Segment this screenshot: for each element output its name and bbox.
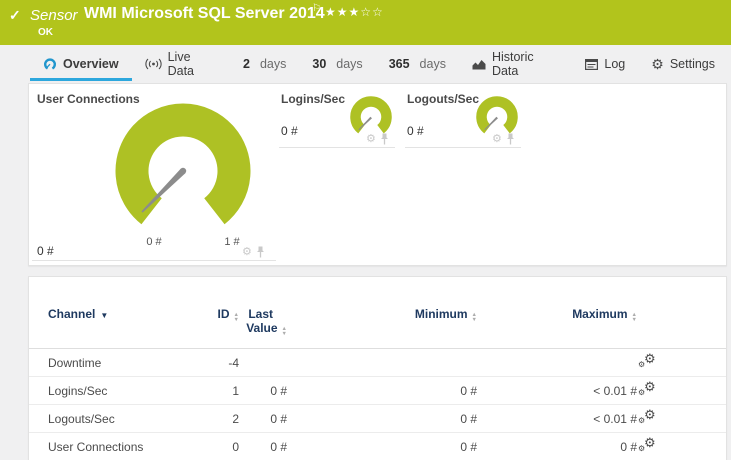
table-row-user-connections: User Connections 0 0 # 0 # 0 # ⚙ ⚙ [29,433,726,460]
channel-table-panel: Channel ▼ ID ▲ ▼ Last Value ▲ ▼ Minimum ▲ ▼ Max… [28,276,727,460]
tab-label: Live Data [167,50,194,78]
primary-gauge-value: 0 # [37,244,54,258]
channel-settings-gears-icon[interactable]: ⚙ ⚙ [637,436,670,456]
table-row-logins-sec: Logins/Sec 1 0 # 0 # < 0.01 # ⚙ ⚙ [29,377,726,406]
channel-id: -4 [228,355,239,370]
priority-flag-icon[interactable]: ⚐ [312,3,321,14]
user-connections-gauge [115,103,251,225]
priority-stars[interactable]: ★★★☆☆ [325,5,384,19]
status-ok-check-icon: ✓ [9,7,21,23]
tab-historic-data[interactable]: Historic Data [459,50,572,81]
tab-overview[interactable]: Overview [30,50,132,81]
table-row-downtime: Downtime -4 ⚙ ⚙ [29,349,726,378]
divider [32,260,276,261]
gauge-scale-min: 0 # [146,236,162,248]
table-row-logouts-sec: Logouts/Sec 2 0 # 0 # < 0.01 # ⚙ ⚙ [29,405,726,434]
channel-name: Logins/Sec [48,383,108,398]
tab-label-number: 30 [312,57,327,71]
tab-365-days[interactable]: 365 days [376,50,459,81]
tab-label-number: 2 [243,57,250,71]
tab-30-days[interactable]: 30 days [299,50,375,81]
channel-maximum: < 0.01 # [593,411,637,426]
column-header-maximum[interactable]: Maximum ▲ ▼ [477,307,637,322]
sort-icon[interactable]: ▲ ▼ [282,326,287,336]
channel-last-value: 0 # [270,439,287,454]
logins-gauge-title: Logins/Sec [281,92,346,106]
historic-chart-icon [472,59,486,70]
overview-gauges-panel: User Connections 0 # 1 # 0 # ⚙ Logins/Se… [28,83,727,266]
logouts-gauge-actions: ⚙ [492,133,515,145]
divider [405,147,521,148]
channel-id: 0 [232,439,239,454]
gauge-icon [43,57,57,71]
channel-settings-gears-icon[interactable]: ⚙ ⚙ [637,380,670,400]
channel-minimum: 0 # [460,439,477,454]
channel-last-value: 0 # [270,411,287,426]
tab-label-unit: days [336,57,363,71]
tab-label: Log [604,57,626,71]
tab-label: Settings [669,57,715,71]
logins-gauge-value: 0 # [281,124,298,138]
tab-live-data[interactable]: Live Data [132,50,230,81]
live-data-icon [144,58,162,70]
primary-gauge-actions: ⚙ [242,246,265,258]
pin-icon[interactable] [506,133,515,145]
gear-icon: ⚙ [651,56,664,72]
sensor-status-text: OK [38,27,53,38]
channel-id: 1 [232,383,239,398]
channel-maximum: 0 # [620,439,637,454]
channel-last-value: 0 # [270,383,287,398]
channel-name: Downtime [48,355,102,370]
gauge-settings-gear-icon[interactable]: ⚙ [366,133,376,145]
channel-settings-gears-icon[interactable]: ⚙ ⚙ [637,408,670,428]
tab-label: Historic Data [491,50,534,78]
channel-settings-gears-icon[interactable]: ⚙ ⚙ [637,352,670,372]
tab-2-days[interactable]: 2 days [230,50,299,81]
sensor-title: WMI Microsoft SQL Server 2014 [84,5,325,22]
gauge-settings-gear-icon[interactable]: ⚙ [242,246,252,258]
sort-icon[interactable]: ▲ ▼ [632,312,637,322]
logins-gauge-actions: ⚙ [366,133,389,145]
tab-bar: Overview Live Data 2 days 30 days 365 da… [30,50,728,81]
channel-id: 2 [232,411,239,426]
channel-minimum: 0 # [460,411,477,426]
tab-log[interactable]: Log [572,50,638,81]
channel-maximum: < 0.01 # [593,383,637,398]
channel-name: User Connections [48,439,144,454]
pin-icon[interactable] [380,133,389,145]
logouts-gauge-title: Logouts/Sec [407,92,480,106]
channel-sort-arrow-icon[interactable]: ▼ [100,311,108,320]
column-header-id[interactable]: ID ▲ ▼ [194,307,239,322]
tab-label-unit: days [419,57,446,71]
column-header-channel[interactable]: Channel ▼ [48,307,194,321]
pin-icon[interactable] [256,246,265,258]
channel-minimum: 0 # [460,383,477,398]
divider [279,147,395,148]
tab-label-number: 365 [388,57,410,71]
tab-settings[interactable]: ⚙ Settings [638,50,728,81]
channel-table-header: Channel ▼ ID ▲ ▼ Last Value ▲ ▼ Minimum ▲ ▼ Max… [29,307,726,350]
channel-name: Logouts/Sec [48,411,115,426]
tab-label-unit: days [259,57,287,71]
tab-label: Overview [63,57,119,71]
gauge-settings-gear-icon[interactable]: ⚙ [492,133,502,145]
column-header-last-value[interactable]: Last Value ▲ ▼ [239,307,287,336]
logouts-gauge-value: 0 # [407,124,424,138]
object-kind-label: Sensor [30,7,78,24]
sensor-status-bar: ✓ Sensor WMI Microsoft SQL Server 2014 ⚐… [0,0,731,45]
column-header-minimum[interactable]: Minimum ▲ ▼ [287,307,477,322]
log-icon [585,58,599,70]
